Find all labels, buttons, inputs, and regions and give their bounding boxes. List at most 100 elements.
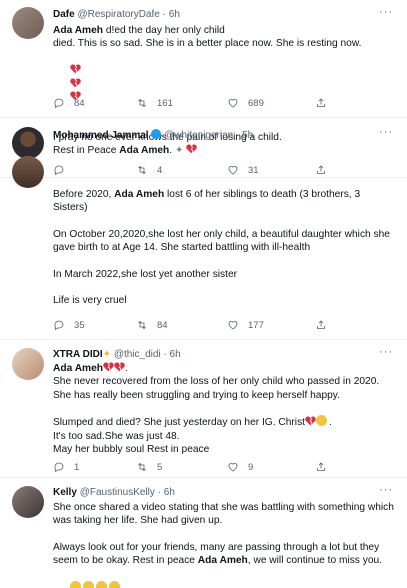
mention-ada-ameh[interactable]: Ada Ameh	[198, 555, 248, 566]
retweet-icon	[138, 98, 146, 108]
broken-heart-icon	[305, 416, 316, 426]
dove-icon: ✦	[174, 145, 184, 156]
tweet-kelly[interactable]: Kelly @FaustinusKelly · 6h ··· She once …	[0, 478, 407, 588]
reply-button[interactable]: 84	[53, 97, 85, 109]
mention-ada-ameh[interactable]: Ada Ameh	[53, 25, 103, 36]
sad-face-icon	[108, 581, 120, 588]
share-button[interactable]	[315, 461, 327, 473]
retweet-icon	[138, 165, 146, 175]
like-button[interactable]: 31	[227, 164, 259, 176]
more-options-button[interactable]: ···	[379, 346, 393, 358]
like-button[interactable]: 689	[227, 97, 264, 109]
heart-icon	[228, 321, 238, 330]
tweet-before-2020[interactable]: Before 2020, Ada Ameh lost 6 of her sibl…	[0, 156, 407, 340]
tweet-time[interactable]: · 6h	[163, 349, 180, 360]
retweet-button[interactable]: 161	[136, 97, 173, 109]
like-count: 177	[248, 319, 264, 331]
author-name[interactable]: Dafe	[53, 9, 75, 20]
retweet-button[interactable]: 4	[136, 164, 162, 176]
crying-face-icon	[316, 415, 327, 427]
like-count: 689	[248, 97, 264, 109]
share-icon	[317, 98, 325, 107]
retweet-count: 4	[157, 164, 163, 176]
reply-button[interactable]: 1	[53, 461, 79, 473]
like-count: 9	[248, 461, 254, 473]
tweet-header: XTRA DIDI✦ @thic_didi · 6h	[53, 349, 181, 360]
share-button[interactable]	[315, 164, 327, 176]
share-icon	[317, 462, 325, 471]
reply-button[interactable]: 35	[53, 319, 85, 331]
tweet-text: Rest in Peace Ada Ameh. ✦	[53, 144, 403, 157]
reply-icon	[54, 98, 64, 109]
reply-button[interactable]	[53, 164, 74, 176]
author-handle[interactable]: @whitenigerian	[164, 130, 233, 141]
tweet-text: She once shared a video stating that she…	[53, 501, 403, 588]
tweet-time[interactable]: · 5h	[236, 130, 253, 141]
author-name[interactable]: Kelly	[53, 487, 77, 498]
more-options-button[interactable]: ···	[379, 6, 393, 18]
more-options-button[interactable]: ···	[379, 484, 393, 496]
avatar[interactable]	[12, 156, 44, 188]
tweet-xtra-didi[interactable]: XTRA DIDI✦ @thic_didi · 6h ··· Ada Ameh.…	[0, 340, 407, 478]
reply-icon	[54, 165, 64, 176]
share-icon	[317, 320, 325, 329]
tweet-actions: 4 31	[53, 164, 353, 178]
avatar[interactable]	[12, 7, 44, 39]
tweet-dafe[interactable]: Dafe @RespiratoryDafe · 6h ··· Ada Ameh …	[0, 0, 407, 143]
retweet-button[interactable]: 5	[136, 461, 162, 473]
broken-heart-icon	[186, 144, 198, 154]
reply-count: 84	[74, 97, 85, 109]
retweet-button[interactable]: 84	[136, 319, 168, 331]
author-name[interactable]: XTRA DIDI	[53, 349, 103, 360]
avatar[interactable]	[12, 127, 44, 159]
like-count: 31	[248, 164, 259, 176]
retweet-count: 84	[157, 319, 168, 331]
verified-badge-icon	[151, 129, 162, 139]
sparkle-icon: ✦	[102, 349, 112, 360]
tweet-time[interactable]: · 6h	[163, 9, 180, 20]
reply-count: 35	[74, 319, 85, 331]
tweet-text: Ada Ameh. She never recovered from the l…	[53, 362, 380, 456]
avatar[interactable]	[12, 348, 44, 380]
tweet-header: Kelly @FaustinusKelly · 6h	[53, 487, 175, 498]
tweet-mohammed-jammal[interactable]: Mohammed Jammal @whitenigerian · 5h ··· …	[0, 118, 407, 178]
reply-icon	[54, 320, 64, 331]
share-icon	[317, 165, 325, 174]
sad-face-icon	[69, 581, 81, 588]
mention-ada-ameh[interactable]: Ada Ameh	[114, 189, 164, 200]
sad-face-icon	[95, 581, 107, 588]
tweet-header: Mohammed Jammal @whitenigerian · 5h	[53, 129, 253, 141]
avatar[interactable]	[12, 486, 44, 518]
mention-ada-ameh[interactable]: Ada Ameh	[53, 363, 103, 374]
author-name[interactable]: Mohammed Jammal	[53, 130, 149, 141]
broken-heart-icon	[70, 78, 81, 88]
heart-icon	[228, 166, 238, 175]
more-options-button[interactable]: ···	[379, 126, 393, 138]
heart-icon	[228, 99, 238, 108]
broken-heart-icon	[114, 362, 125, 372]
heart-icon	[228, 463, 238, 472]
like-button[interactable]: 177	[227, 319, 264, 331]
sad-face-emojis	[53, 568, 403, 588]
reply-count: 1	[74, 461, 80, 473]
broken-heart-icon	[103, 362, 114, 372]
author-handle[interactable]: @FaustinusKelly	[80, 487, 155, 498]
share-button[interactable]	[315, 319, 327, 331]
retweet-count: 5	[157, 461, 163, 473]
retweet-icon	[138, 320, 146, 330]
retweet-icon	[138, 462, 146, 472]
author-handle[interactable]: @RespiratoryDafe	[77, 9, 159, 20]
tweet-time[interactable]: · 6h	[158, 487, 175, 498]
tweet-actions: 1 5 9	[53, 461, 353, 475]
share-button[interactable]	[315, 97, 327, 109]
mention-ada-ameh[interactable]: Ada Ameh	[119, 145, 169, 156]
like-button[interactable]: 9	[227, 461, 253, 473]
tweet-actions: 84 161 689	[53, 97, 353, 111]
tweet-actions: 35 84 177	[53, 319, 353, 333]
broken-heart-icon	[70, 64, 81, 74]
author-handle[interactable]: @thic_didi	[114, 349, 161, 360]
sad-face-icon	[82, 581, 94, 588]
tweet-header: Dafe @RespiratoryDafe · 6h	[53, 9, 180, 20]
tweet-text: Before 2020, Ada Ameh lost 6 of her sibl…	[53, 189, 393, 307]
retweet-count: 161	[157, 97, 173, 109]
